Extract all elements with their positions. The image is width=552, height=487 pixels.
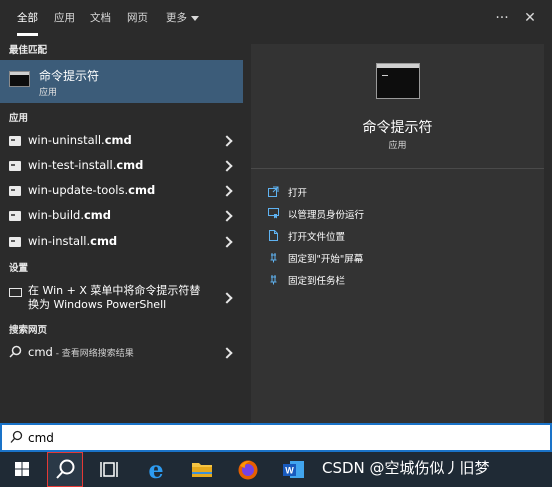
action-label: 固定到任务栏 xyxy=(288,276,346,287)
cmd-file-icon xyxy=(9,161,21,171)
open-icon xyxy=(268,186,279,197)
taskbar: e W CSDN @空城伤似丿旧梦 xyxy=(0,452,552,487)
tab-more-label: 更多 xyxy=(166,12,187,24)
chevron-right-icon[interactable] xyxy=(221,210,233,222)
divider xyxy=(251,168,544,169)
cmd-icon xyxy=(9,71,30,87)
filter-tabs: 全部 应用 文档 网页 更多 ··· ✕ xyxy=(0,0,552,36)
task-view-button[interactable] xyxy=(92,452,128,487)
task-view-icon xyxy=(100,462,118,477)
apps-header: 应用 xyxy=(9,113,29,124)
setting-item-label: 在 Win + X 菜单中将命令提示符替 换为 Windows PowerShe… xyxy=(28,284,201,311)
best-match-header: 最佳匹配 xyxy=(9,45,48,56)
monitor-icon xyxy=(9,288,22,297)
chevron-right-icon[interactable] xyxy=(221,185,233,197)
chevron-right-icon[interactable] xyxy=(221,160,233,172)
cmd-file-icon xyxy=(9,211,21,221)
file-explorer-icon xyxy=(192,463,212,477)
watermark: CSDN @空城伤似丿旧梦 xyxy=(322,459,490,477)
list-item[interactable]: win-uninstall.cmd xyxy=(0,128,243,153)
settings-header: 设置 xyxy=(9,263,29,274)
search-input[interactable] xyxy=(28,429,328,447)
tab-apps[interactable]: 应用 xyxy=(54,0,75,36)
more-options-icon[interactable]: ··· xyxy=(492,0,512,36)
chevron-right-icon[interactable] xyxy=(221,236,233,248)
start-button[interactable] xyxy=(4,452,40,487)
search-box[interactable] xyxy=(0,423,552,452)
word-icon: W xyxy=(283,461,304,478)
best-match-title: 命令提示符 xyxy=(39,69,100,83)
firefox-button[interactable] xyxy=(230,452,266,487)
web-search-label: cmd - 查看网络搜索结果 xyxy=(28,345,134,359)
list-item[interactable]: win-install.cmd xyxy=(0,229,243,254)
detail-pane: 命令提示符 应用 打开 以管理员身份运行 打开文件位置 固定到"开始"屏幕 固定… xyxy=(251,44,544,423)
cmd-file-icon xyxy=(9,186,21,196)
svg-text:W: W xyxy=(285,466,294,476)
action-label: 打开 xyxy=(288,188,308,199)
list-item[interactable]: win-test-install.cmd xyxy=(0,153,243,178)
close-icon[interactable]: ✕ xyxy=(520,0,540,36)
chevron-right-icon[interactable] xyxy=(221,135,233,147)
results-list: 最佳匹配 命令提示符 应用 应用 win-uninstall.cmd win-t… xyxy=(0,36,243,423)
list-item-label: win-test-install.cmd xyxy=(28,158,144,172)
start-icon xyxy=(15,462,29,476)
pin-taskbar-icon xyxy=(270,275,277,285)
tab-docs[interactable]: 文档 xyxy=(90,0,111,36)
list-item[interactable]: win-build.cmd xyxy=(0,203,243,228)
detail-title: 命令提示符 xyxy=(362,120,433,136)
list-item[interactable]: win-update-tools.cmd xyxy=(0,178,243,203)
svg-text:e: e xyxy=(148,455,163,484)
list-item-label: win-uninstall.cmd xyxy=(28,133,132,147)
word-button[interactable]: W xyxy=(275,452,311,487)
tab-all[interactable]: 全部 xyxy=(17,0,38,36)
list-item-label: win-install.cmd xyxy=(28,234,118,248)
chevron-down-icon xyxy=(191,15,199,21)
pin-start-icon xyxy=(270,253,277,263)
best-match-subtitle: 应用 xyxy=(39,88,58,98)
search-icon xyxy=(9,345,22,358)
shield-run-icon xyxy=(268,208,279,219)
edge-button[interactable]: e xyxy=(138,452,174,487)
action-label: 以管理员身份运行 xyxy=(288,210,365,221)
file-explorer-button[interactable] xyxy=(184,452,220,487)
action-label: 打开文件位置 xyxy=(288,232,346,243)
firefox-icon xyxy=(238,460,258,480)
search-icon xyxy=(56,459,75,479)
tab-web[interactable]: 网页 xyxy=(127,0,148,36)
chevron-right-icon[interactable] xyxy=(221,347,233,359)
cmd-icon xyxy=(376,63,420,99)
tab-more[interactable]: 更多 xyxy=(166,0,199,36)
file-location-icon xyxy=(269,230,278,241)
detail-subtitle: 应用 xyxy=(388,141,407,151)
web-search-item[interactable]: cmd - 查看网络搜索结果 xyxy=(0,340,243,365)
list-item-label: win-update-tools.cmd xyxy=(28,183,156,197)
chevron-right-icon[interactable] xyxy=(221,292,233,304)
edge-icon: e xyxy=(148,455,163,484)
start-search-panel: 全部 应用 文档 网页 更多 ··· ✕ 最佳匹配 命令提示符 应用 应用 wi… xyxy=(0,0,552,423)
search-icon xyxy=(10,430,23,443)
web-search-header: 搜索网页 xyxy=(9,325,48,336)
action-label: 固定到"开始"屏幕 xyxy=(288,254,364,265)
list-item-label: win-build.cmd xyxy=(28,208,112,222)
cmd-file-icon xyxy=(9,237,21,247)
cmd-file-icon xyxy=(9,136,21,146)
search-taskbar-button[interactable] xyxy=(47,452,83,487)
setting-item[interactable]: 在 Win + X 菜单中将命令提示符替 换为 Windows PowerShe… xyxy=(0,280,243,316)
best-match-item[interactable]: 命令提示符 应用 xyxy=(0,60,243,103)
